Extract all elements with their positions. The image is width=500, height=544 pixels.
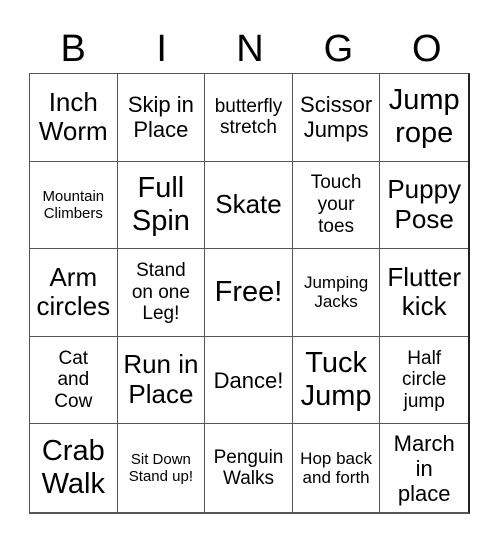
bingo-cell[interactable]: Mountain Climbers bbox=[30, 161, 118, 250]
bingo-cell[interactable]: Arm circles bbox=[30, 249, 118, 337]
bingo-cell[interactable]: Full Spin bbox=[117, 161, 206, 250]
bingo-cell[interactable]: Dance! bbox=[205, 336, 293, 425]
free-space-cell[interactable]: Free! bbox=[205, 249, 293, 337]
bingo-cell[interactable]: Half circle jump bbox=[380, 337, 468, 425]
header-letter-n: N bbox=[236, 28, 264, 70]
bingo-header: B I N G O bbox=[29, 26, 471, 72]
bingo-cell[interactable]: Inch Worm bbox=[30, 74, 118, 162]
bingo-cell[interactable]: Puppy Pose bbox=[380, 162, 468, 250]
bingo-cell[interactable]: Jump rope bbox=[380, 74, 468, 162]
bingo-cell[interactable]: Penguin Walks bbox=[205, 424, 293, 512]
bingo-cell[interactable]: Tuck Jump bbox=[292, 336, 381, 425]
bingo-cell[interactable]: March in place bbox=[380, 424, 468, 512]
bingo-cell[interactable]: Scissor Jumps bbox=[292, 74, 381, 162]
bingo-cell[interactable]: Hop back and forth bbox=[293, 424, 381, 512]
bingo-board: Inch Worm Skip in Place butterfly stretc… bbox=[29, 73, 470, 514]
bingo-cell[interactable]: Flutter kick bbox=[380, 249, 468, 337]
header-letter-o: O bbox=[412, 28, 442, 70]
bingo-cell[interactable]: butterfly stretch bbox=[205, 74, 293, 162]
header-letter-g: G bbox=[323, 28, 354, 70]
header-letter-b: B bbox=[60, 28, 86, 70]
bingo-cell[interactable]: Skate bbox=[205, 161, 293, 250]
bingo-cell[interactable]: Cat and Cow bbox=[30, 336, 118, 425]
bingo-cell[interactable]: Touch your toes bbox=[292, 161, 381, 250]
bingo-cell[interactable]: Jumping Jacks bbox=[292, 249, 381, 337]
header-letter-i: I bbox=[156, 28, 167, 70]
bingo-cell[interactable]: Crab Walk bbox=[30, 424, 118, 512]
bingo-cell[interactable]: Skip in Place bbox=[117, 74, 206, 162]
bingo-cell[interactable]: Run in Place bbox=[117, 336, 206, 425]
bingo-cell[interactable]: Stand on one Leg! bbox=[117, 249, 206, 337]
bingo-cell[interactable]: Sit Down Stand up! bbox=[118, 424, 206, 512]
